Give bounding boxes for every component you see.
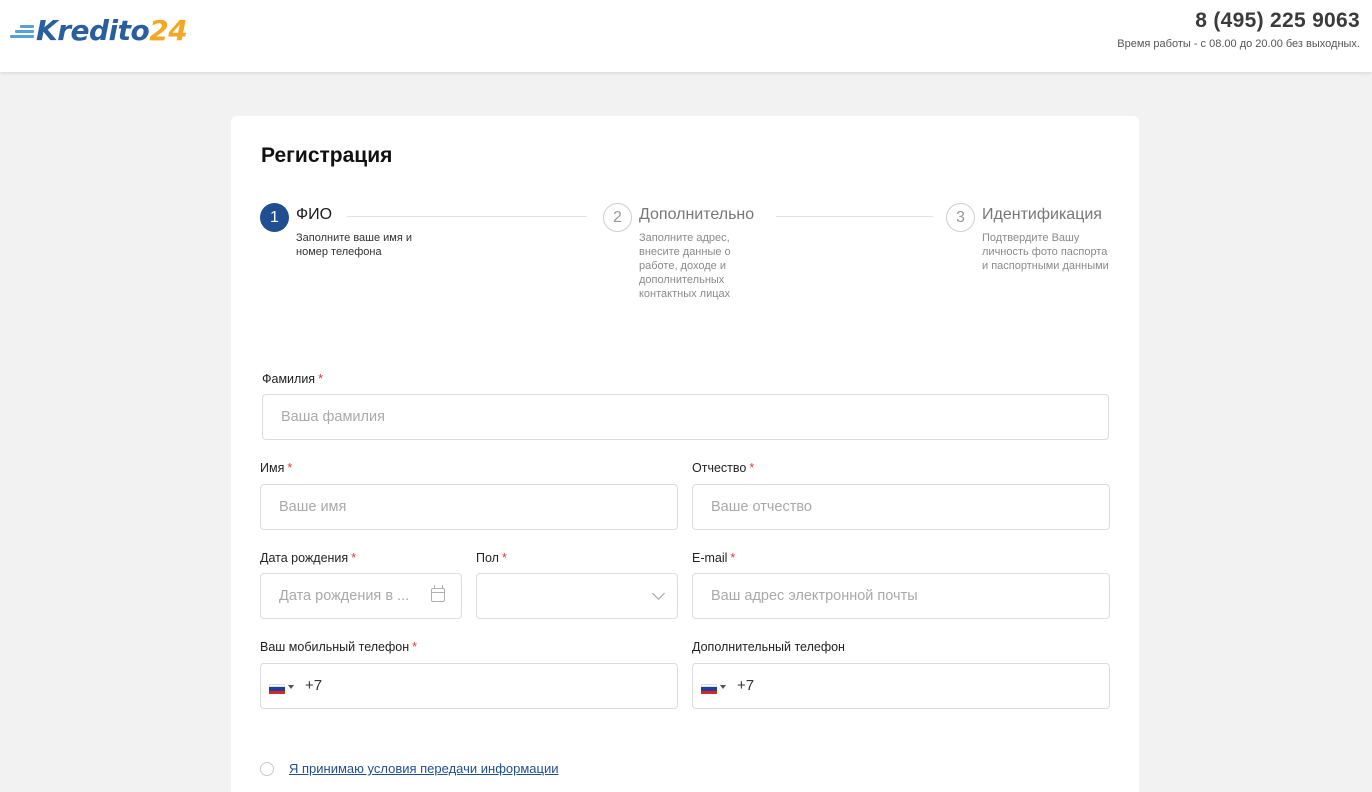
russia-flag-icon[interactable] (269, 684, 285, 694)
placeholder: Ваша фамилия (281, 409, 385, 425)
birthdate-input[interactable]: Дата рождения в ... (260, 573, 462, 619)
surname-label: Фамилия * (262, 372, 323, 386)
step-number: 1 (260, 203, 289, 232)
step-description: Подтвердите Вашу личность фото паспорта … (982, 232, 1109, 272)
gender-select[interactable] (476, 573, 678, 619)
patronymic-label: Отчество * (692, 461, 754, 475)
calendar-icon[interactable] (431, 585, 445, 602)
label-text: Фамилия (262, 372, 316, 386)
placeholder: Ваш адрес электронной почты (711, 588, 918, 604)
required-mark: * (501, 551, 507, 565)
russia-flag-icon[interactable] (701, 684, 717, 694)
label-text: Ваш мобильный телефон (260, 640, 410, 654)
phone-prefix: +7 (737, 677, 755, 694)
site-header: Kredito24 8 (495) 225 9063 Время работы … (0, 0, 1372, 72)
placeholder: Ваше отчество (711, 499, 812, 515)
caret-down-icon[interactable] (720, 685, 726, 689)
label-text: Имя (260, 461, 285, 475)
header-phone[interactable]: 8 (495) 225 9063 (1195, 9, 1360, 33)
step-number: 2 (603, 203, 632, 232)
label-text: E-mail (692, 551, 728, 565)
required-mark: * (318, 372, 323, 386)
agreement-checkbox[interactable] (260, 762, 274, 776)
phone-prefix: +7 (305, 677, 323, 694)
step-connector-1 (347, 216, 587, 217)
step-number: 3 (946, 203, 975, 232)
speed-lines-icon (10, 22, 34, 40)
mobile-label: Ваш мобильный телефон * (260, 640, 417, 654)
logo-text-number: 24 (149, 14, 188, 47)
extra-phone-input[interactable]: +7 (692, 663, 1110, 709)
step-title: Идентификация (982, 206, 1102, 223)
required-mark: * (749, 461, 755, 475)
surname-input[interactable]: Ваша фамилия (262, 394, 1109, 440)
logo[interactable]: Kredito24 (10, 14, 188, 48)
label-text: Дата рождения (260, 551, 349, 565)
logo-text-main: Kredito (36, 14, 150, 47)
agreement-link[interactable]: Я принимаю условия передачи информации (289, 761, 559, 776)
step-connector-2 (776, 216, 933, 217)
required-mark: * (730, 551, 736, 565)
patronymic-input[interactable]: Ваше отчество (692, 484, 1110, 530)
required-mark: * (351, 551, 357, 565)
step-description: Заполните адрес, внесите данные о работе… (639, 232, 731, 300)
working-hours: Время работы - с 08.00 до 20.00 без выхо… (1117, 38, 1360, 50)
caret-down-icon[interactable] (288, 685, 294, 689)
email-label: E-mail * (692, 551, 735, 565)
step-title: ФИО (296, 206, 333, 223)
label-text: Пол (476, 551, 499, 565)
extra-phone-label: Дополнительный телефон (692, 640, 845, 654)
birthdate-label: Дата рождения * (260, 551, 356, 565)
placeholder: Дата рождения в ... (279, 588, 410, 604)
registration-card: Регистрация 1 ФИО Заполните ваше имя и н… (231, 116, 1139, 792)
required-mark: * (412, 640, 418, 654)
email-input[interactable]: Ваш адрес электронной почты (692, 573, 1110, 619)
required-mark: * (287, 461, 293, 475)
step-title: Дополнительно (639, 206, 755, 223)
label-text: Отчество (692, 461, 747, 475)
step-description: Заполните ваше имя и номер телефона (296, 232, 413, 258)
name-input[interactable]: Ваше имя (260, 484, 678, 530)
mobile-phone-input[interactable]: +7 (260, 663, 678, 709)
name-label: Имя * (260, 461, 292, 475)
placeholder: Ваше имя (279, 499, 347, 515)
chevron-down-icon (652, 587, 665, 600)
logo-wordmark: Kredito24 (36, 14, 188, 48)
gender-label: Пол * (476, 551, 507, 565)
page-title: Регистрация (261, 144, 393, 167)
label-text: Дополнительный телефон (692, 640, 845, 654)
